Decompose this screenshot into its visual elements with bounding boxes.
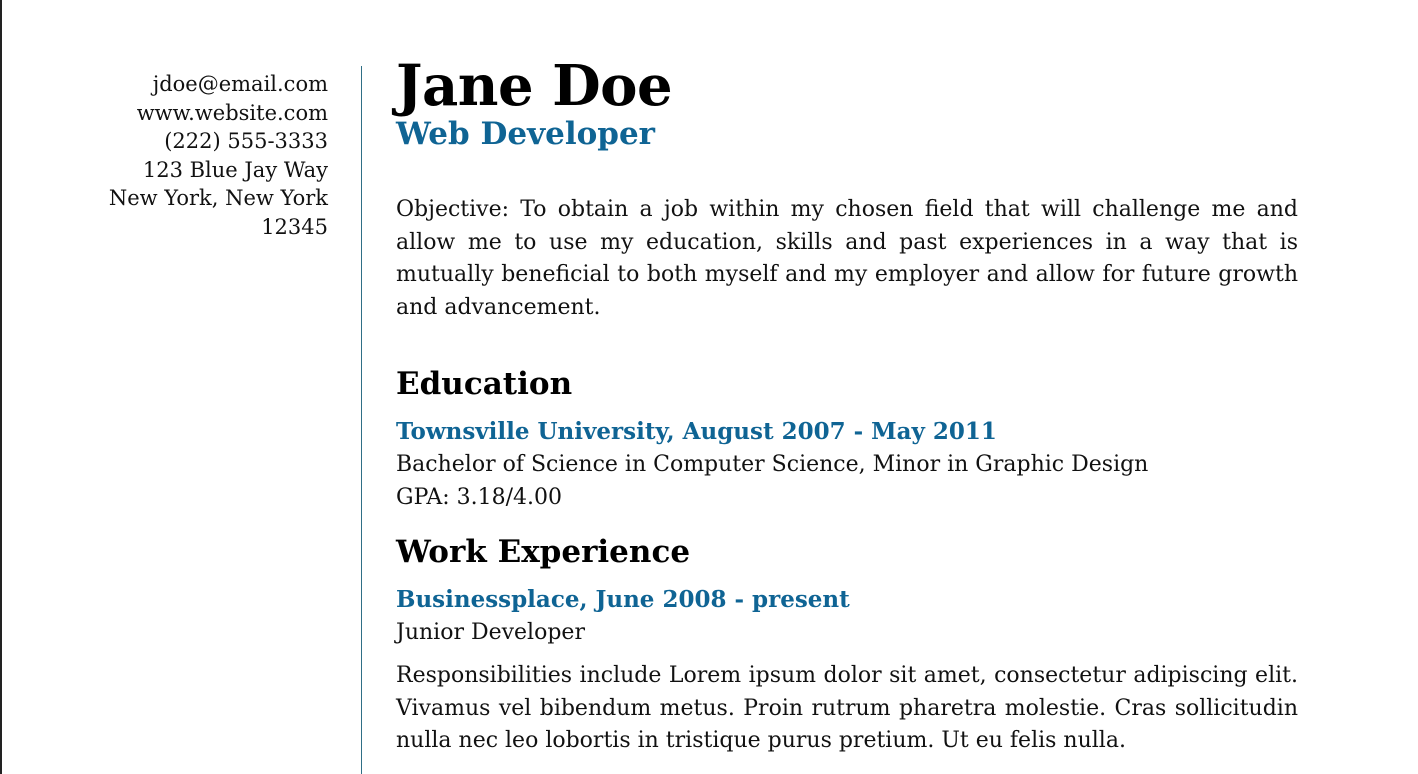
main-column: Jane Doe Web Developer Objective: To obt… (396, 54, 1298, 758)
education-gpa: GPA: 3.18/4.00 (396, 485, 563, 510)
contact-email: jdoe@email.com (152, 72, 328, 96)
work-company-dates: Businessplace, June 2008 - present (396, 586, 850, 613)
education-heading: Education (396, 366, 573, 402)
education-degree: Bachelor of Science in Computer Science,… (396, 452, 1149, 477)
contact-phone: (222) 555-3333 (164, 129, 328, 154)
contact-zip: 12345 (261, 214, 328, 239)
contact-street: 123 Blue Jay Way (142, 157, 328, 182)
contact-city-state: New York, New York (108, 186, 328, 211)
work-experience-heading: Work Experience (396, 534, 691, 570)
contact-website: www.website.com (136, 100, 328, 125)
job-title: Web Developer (396, 116, 656, 152)
resume-page: jdoe@email.com www.website.com (222) 555… (0, 0, 1418, 774)
contact-info: jdoe@email.com www.website.com (222) 555… (42, 70, 328, 242)
work-position: Junior Developer (396, 620, 585, 645)
education-school-dates: Townsville University, August 2007 - May… (396, 418, 997, 445)
vertical-divider (361, 66, 362, 774)
person-name: Jane Doe (396, 53, 673, 119)
objective-text: Objective: To obtain a job within my cho… (396, 197, 1298, 320)
work-responsibilities: Responsibilities include Lorem ipsum dol… (396, 663, 1298, 753)
